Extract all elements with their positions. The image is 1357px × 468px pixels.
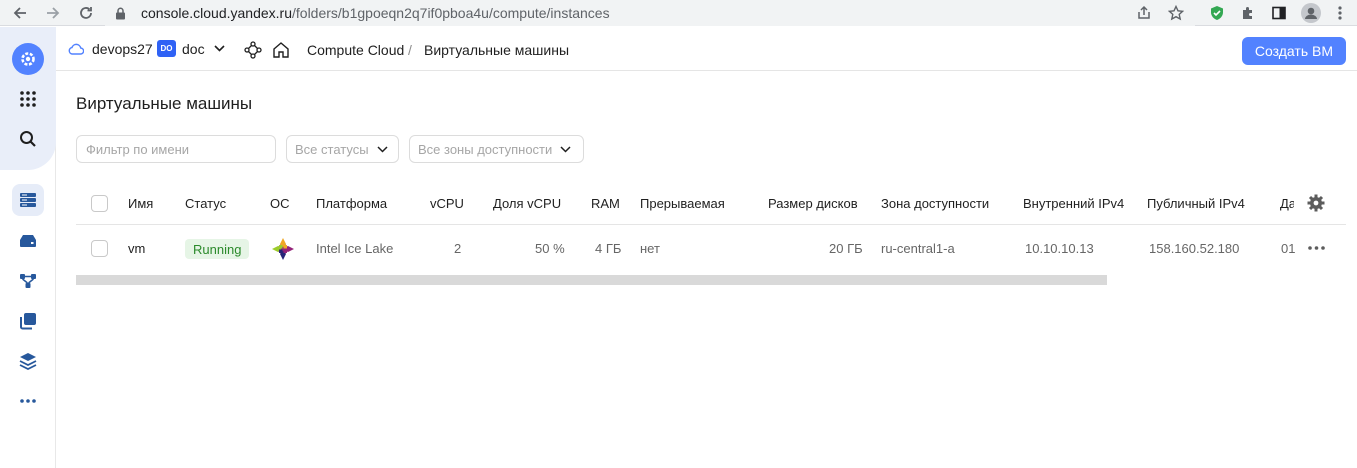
preemptible-cell: нет [640,241,660,256]
zone-filter-select[interactable]: Все зоны доступности [409,135,584,163]
vcpu-share-cell: 50 % [535,241,565,256]
vm-name-link[interactable]: vm [128,241,145,256]
row-actions-menu-icon[interactable] [1308,246,1325,250]
reload-icon[interactable] [76,3,96,23]
snapshots-layers-icon[interactable] [12,345,44,377]
status-badge: Running [185,239,250,259]
back-icon[interactable] [10,3,30,23]
folder-name: doc [182,40,205,57]
disk-size-cell: 20 ГБ [829,241,863,256]
url-host: console.cloud.yandex.ru [141,5,292,21]
browser-toolbar: console.cloud.yandex.ru/folders/b1gpoeqn… [0,0,1357,26]
column-header-ram[interactable]: RAM [591,196,620,211]
column-header-vcpu-share[interactable]: Доля vCPU [493,196,561,211]
date-cell: 01 [1281,241,1296,256]
cloud-selector[interactable]: devops27 [68,41,153,57]
side-panel-icon[interactable] [1269,3,1289,23]
column-header-name[interactable]: Имя [128,196,153,211]
breadcrumb-compute-cloud[interactable]: Compute Cloud [307,42,404,58]
cloud-name: devops27 [92,41,153,57]
folder-badge: DO [157,40,176,57]
chevron-down-icon [377,145,388,153]
status-filter-value: Все статусы [295,141,369,157]
create-vm-button[interactable]: Создать ВМ [1241,37,1346,65]
name-filter-input[interactable] [76,135,276,163]
column-header-public-ip[interactable]: Публичный IPv4 [1147,196,1245,211]
column-header-disk-size[interactable]: Размер дисков [768,196,858,211]
breadcrumb-separator: / [408,42,412,58]
placement-groups-icon[interactable] [12,265,44,297]
page-title: Виртуальные машины [76,94,253,113]
console-header: devops27 DO doc Compute Cloud / Виртуаль… [56,27,1357,71]
horizontal-scrollbar[interactable] [76,275,1107,285]
forward-icon[interactable] [43,3,63,23]
more-services-icon[interactable] [12,385,44,417]
address-bar[interactable]: console.cloud.yandex.ru/folders/b1gpoeqn… [105,0,1195,26]
ram-cell: 4 ГБ [595,241,622,256]
left-navigation-rail [0,27,56,468]
share-icon[interactable] [1134,3,1154,23]
profile-avatar-icon[interactable] [1301,3,1321,23]
column-header-platform[interactable]: Платформа [316,196,387,211]
column-header-status[interactable]: Статус [185,196,226,211]
centos-icon [271,237,295,261]
column-header-os[interactable]: ОС [270,196,290,211]
home-icon[interactable] [272,41,290,59]
select-all-checkbox[interactable] [91,195,108,212]
chevron-down-icon [560,145,571,153]
table-settings-gear-icon[interactable] [1307,194,1325,212]
public-ip-cell: 158.160.52.180 [1149,241,1240,256]
column-header-preemptible[interactable]: Прерываемая [640,196,725,211]
table-divider [76,224,1346,225]
vcpu-cell: 2 [454,241,462,256]
zone-cell: ru-central1-a [881,241,955,256]
browser-menu-icon[interactable] [1330,3,1350,23]
bookmark-star-icon[interactable] [1166,3,1186,23]
zone-filter-value: Все зоны доступности [418,141,553,157]
images-icon[interactable] [12,305,44,337]
internal-ip-cell: 10.10.10.13 [1025,241,1094,256]
search-icon[interactable] [12,123,44,155]
platform-cell: Intel Ice Lake [316,241,394,256]
status-filter-select[interactable]: Все статусы [286,135,399,163]
chevron-down-icon [214,45,225,52]
extensions-puzzle-icon[interactable] [1238,3,1258,23]
shield-extension-icon[interactable] [1207,3,1227,23]
breadcrumb-current: Виртуальные машины [424,42,570,58]
folder-selector[interactable]: DO doc [157,40,225,57]
row-checkbox[interactable] [91,240,108,257]
cloud-icon [68,43,84,55]
lock-icon [115,7,133,20]
virtual-machines-icon[interactable] [12,184,44,216]
column-header-date[interactable]: Да [1280,196,1294,211]
all-services-grid-icon[interactable] [12,83,44,115]
url-path: /folders/b1gpoeqn2q7if0pboa4u/compute/in… [292,5,610,21]
column-header-vcpu[interactable]: vCPU [430,196,464,211]
cloud-console-logo-icon[interactable] [12,43,44,75]
column-header-zone[interactable]: Зона доступности [881,196,989,211]
disks-icon[interactable] [12,225,44,257]
column-header-internal-ip[interactable]: Внутренний IPv4 [1023,196,1124,211]
service-map-icon[interactable] [244,41,262,59]
